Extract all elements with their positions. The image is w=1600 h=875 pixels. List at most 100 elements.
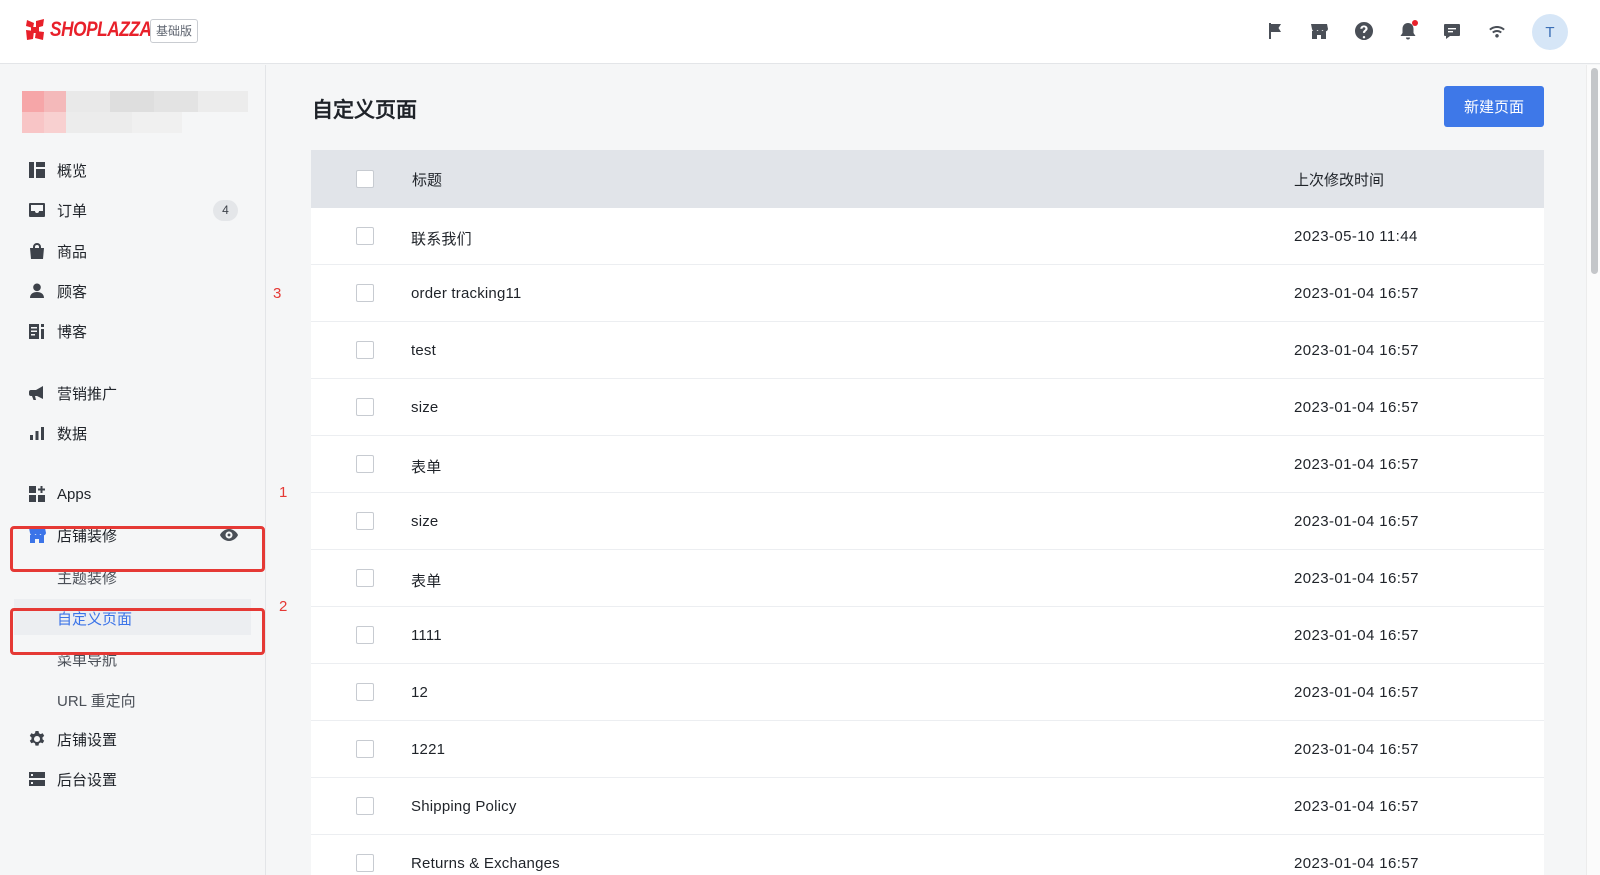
table-row[interactable]: size 2023-01-04 16:57 (311, 493, 1544, 550)
modified-time-cell: 2023-01-04 16:57 (1294, 342, 1419, 359)
row-checkbox[interactable] (356, 569, 374, 587)
column-header-modified-time: 上次修改时间 (1294, 172, 1385, 189)
scrollbar-thumb[interactable] (1591, 68, 1598, 274)
table-row[interactable]: order tracking11 2023-01-04 16:57 (311, 265, 1544, 322)
sub-item-custom-pages[interactable]: 自定义页面 (0, 597, 266, 635)
modified-time-cell: 2023-01-04 16:57 (1294, 513, 1419, 530)
row-checkbox[interactable] (356, 740, 374, 758)
table-row[interactable]: 1221 2023-01-04 16:57 (311, 721, 1544, 778)
sub-item-theme-design[interactable]: 主题装修 (0, 558, 266, 594)
page-title-cell[interactable]: size (411, 513, 438, 530)
flag-icon[interactable] (1264, 20, 1286, 42)
sub-item-label: 自定义页面 (57, 611, 133, 628)
row-checkbox[interactable] (356, 512, 374, 530)
table-row[interactable]: Shipping Policy 2023-01-04 16:57 (311, 778, 1544, 835)
sub-item-url-redirect[interactable]: URL 重定向 (0, 681, 266, 717)
blog-icon (28, 322, 46, 340)
megaphone-icon (28, 384, 46, 402)
sidebar-item-label: 营销推广 (57, 385, 118, 403)
modified-time-cell: 2023-01-04 16:57 (1294, 684, 1419, 701)
server-icon (28, 770, 46, 788)
row-checkbox[interactable] (356, 854, 374, 872)
sidebar-item-label: Apps (57, 485, 92, 503)
annotation-number-2: 2 (279, 598, 288, 615)
sidebar-item-label: 店铺装修 (57, 527, 118, 545)
row-checkbox[interactable] (356, 683, 374, 701)
page-title-cell[interactable]: 1111 (411, 627, 442, 644)
column-header-title: 标题 (412, 172, 443, 189)
store-name-blurred (22, 91, 248, 133)
sidebar-item-data[interactable]: 数据 (0, 415, 266, 451)
row-checkbox[interactable] (356, 227, 374, 245)
page-title-cell[interactable]: 1221 (411, 741, 445, 758)
active-highlight (14, 599, 251, 635)
table-row[interactable]: 表单 2023-01-04 16:57 (311, 436, 1544, 493)
page-title-cell[interactable]: size (411, 399, 438, 416)
row-checkbox[interactable] (356, 284, 374, 302)
table-row[interactable]: test 2023-01-04 16:57 (311, 322, 1544, 379)
sidebar-item-customers[interactable]: 顾客 (0, 273, 266, 309)
dashboard-icon (28, 161, 46, 179)
apps-icon (28, 485, 46, 503)
person-icon (28, 282, 46, 300)
table-row[interactable]: 联系我们 2023-05-10 11:44 (311, 208, 1544, 265)
table-row[interactable]: size 2023-01-04 16:57 (311, 379, 1544, 436)
page-title-cell[interactable]: 联系我们 (411, 228, 472, 249)
page-title-cell[interactable]: 表单 (411, 456, 441, 477)
sidebar: 概览 订单 4 商品 顾客 博客 营销推广 数据 Apps 店铺装修 主题装修 (0, 65, 266, 875)
page-title-cell[interactable]: order tracking11 (411, 285, 521, 302)
table-row[interactable]: 12 2023-01-04 16:57 (311, 664, 1544, 721)
modified-time-cell: 2023-01-04 16:57 (1294, 741, 1419, 758)
page-title-cell[interactable]: 表单 (411, 570, 441, 591)
table-row[interactable]: Returns & Exchanges 2023-01-04 16:57 (311, 835, 1544, 875)
modified-time-cell: 2023-01-04 16:57 (1294, 627, 1419, 644)
eye-icon[interactable] (219, 527, 239, 543)
row-checkbox[interactable] (356, 341, 374, 359)
sidebar-item-products[interactable]: 商品 (0, 233, 266, 269)
plan-badge: 基础版 (150, 19, 199, 43)
row-checkbox[interactable] (356, 626, 374, 644)
sidebar-item-label: 后台设置 (57, 771, 118, 789)
sub-item-menu-navigation[interactable]: 菜单导航 (0, 640, 266, 676)
sidebar-item-admin-settings[interactable]: 后台设置 (0, 761, 266, 797)
sidebar-item-blog[interactable]: 博客 (0, 313, 266, 349)
chat-icon[interactable] (1441, 20, 1463, 42)
page-title-cell[interactable]: 12 (411, 684, 428, 701)
sidebar-item-overview[interactable]: 概览 (0, 152, 266, 188)
row-checkbox[interactable] (356, 398, 374, 416)
pages-table: 标题 上次修改时间 联系我们 2023-05-10 11:44 order trac… (311, 150, 1544, 875)
table-header: 标题 上次修改时间 (311, 150, 1544, 208)
modified-time-cell: 2023-01-04 16:57 (1294, 798, 1419, 815)
gear-icon (28, 730, 46, 748)
user-avatar[interactable]: T (1532, 14, 1568, 50)
store-icon[interactable] (1308, 20, 1330, 42)
bell-icon[interactable] (1397, 20, 1419, 42)
page-title-cell[interactable]: test (411, 342, 436, 359)
sidebar-item-apps[interactable]: Apps (0, 476, 266, 512)
row-checkbox[interactable] (356, 797, 374, 815)
wifi-icon[interactable] (1486, 20, 1508, 42)
logo-text: SHOPLAZZA (50, 18, 152, 41)
new-page-button[interactable]: 新建页面 (1444, 86, 1544, 127)
sidebar-item-marketing[interactable]: 营销推广 (0, 375, 266, 411)
table-row[interactable]: 表单 2023-01-04 16:57 (311, 550, 1544, 607)
select-all-checkbox[interactable] (356, 170, 374, 188)
table-row[interactable]: 1111 2023-01-04 16:57 (311, 607, 1544, 664)
sidebar-item-label: 店铺设置 (57, 731, 118, 749)
help-icon[interactable] (1353, 20, 1375, 42)
orders-count-badge: 4 (213, 200, 238, 221)
modified-time-cell: 2023-01-04 16:57 (1294, 399, 1419, 416)
row-checkbox[interactable] (356, 455, 374, 473)
modified-time-cell: 2023-01-04 16:57 (1294, 285, 1419, 302)
bag-icon (28, 242, 46, 260)
page-title-cell[interactable]: Shipping Policy (411, 798, 517, 815)
sidebar-item-store-design[interactable]: 店铺装修 (0, 517, 266, 553)
page-title-cell[interactable]: Returns & Exchanges (411, 855, 560, 872)
sub-item-label: 主题装修 (57, 570, 118, 587)
shoplazza-logo[interactable]: SHOPLAZZA (24, 18, 152, 42)
sidebar-item-orders[interactable]: 订单 4 (0, 192, 266, 228)
sidebar-item-label: 数据 (57, 425, 88, 443)
sidebar-item-store-settings[interactable]: 店铺设置 (0, 721, 266, 757)
sidebar-item-label: 博客 (57, 323, 88, 341)
modified-time-cell: 2023-01-04 16:57 (1294, 855, 1419, 872)
